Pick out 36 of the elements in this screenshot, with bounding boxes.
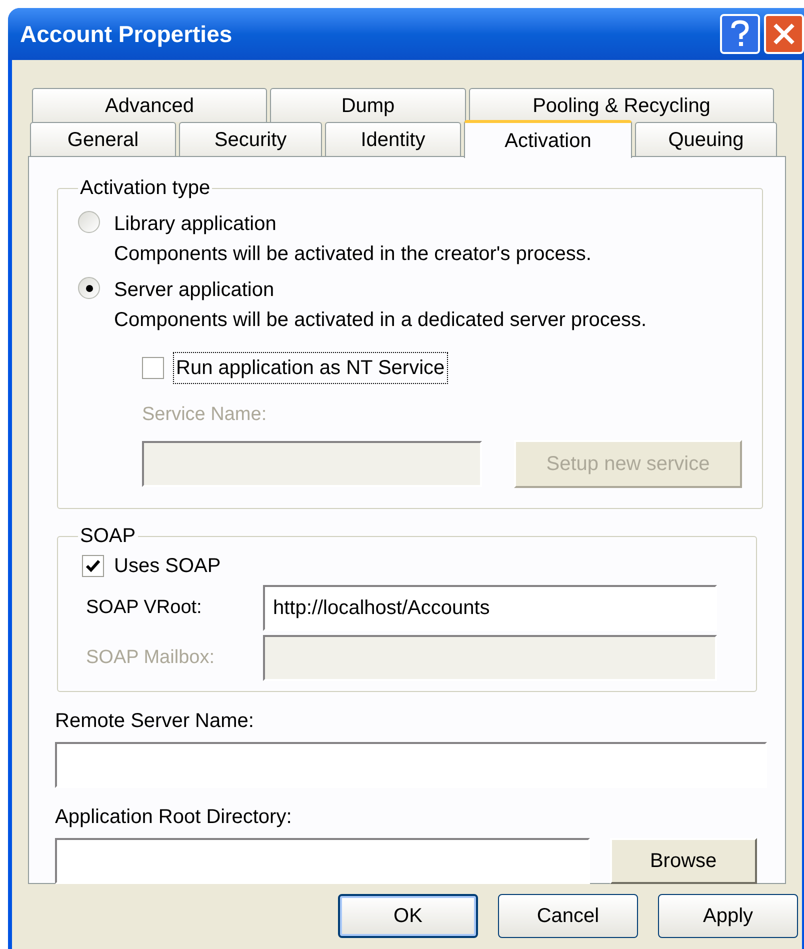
browse-button[interactable]: Browse	[610, 838, 757, 884]
dialog-button[interactable]: OK	[338, 894, 478, 938]
tab[interactable]: General	[30, 122, 176, 156]
option-description: Components will be activated in a dedicated server process.	[114, 308, 646, 333]
dialog-button[interactable]: Apply	[658, 894, 798, 938]
close-icon	[772, 22, 796, 46]
tab[interactable]: Dump	[270, 88, 466, 122]
close-button[interactable]	[764, 14, 804, 54]
field-label: Service Name:	[142, 403, 268, 427]
tab[interactable]: Security	[179, 122, 322, 156]
field-label: SOAP Mailbox:	[85, 646, 216, 670]
dialog-button[interactable]: Cancel	[498, 894, 638, 938]
radio-button[interactable]	[78, 211, 100, 233]
checkbox-label: Run application as NT Service	[174, 353, 447, 383]
field-label: Application Root Directory:	[55, 805, 293, 830]
help-button[interactable]	[720, 14, 760, 54]
radio-button[interactable]	[78, 277, 100, 299]
tab[interactable]: Advanced	[32, 88, 267, 122]
checkbox[interactable]	[142, 357, 164, 379]
field-label: SOAP VRoot:	[85, 596, 203, 620]
text-field[interactable]	[55, 838, 590, 884]
tab[interactable]: Queuing	[635, 122, 777, 156]
checkbox[interactable]	[82, 555, 104, 577]
group-title: Activation type	[79, 176, 212, 201]
window-title: Account Properties	[20, 20, 234, 49]
tab[interactable]: Activation	[464, 120, 632, 158]
group-title: SOAP	[79, 524, 137, 549]
field-label: Remote Server Name:	[55, 709, 255, 734]
tab[interactable]: Identity	[325, 122, 461, 156]
help-icon	[730, 20, 750, 48]
tab[interactable]: Pooling & Recycling	[469, 88, 774, 122]
checkbox-label: Uses SOAP	[114, 554, 221, 579]
radio-label: Library application	[114, 212, 278, 237]
text-field[interactable]: http://localhost/Accounts	[263, 585, 717, 631]
radio-label: Server application	[114, 278, 276, 303]
option-description: Components will be activated in the creator's process.	[114, 242, 592, 267]
